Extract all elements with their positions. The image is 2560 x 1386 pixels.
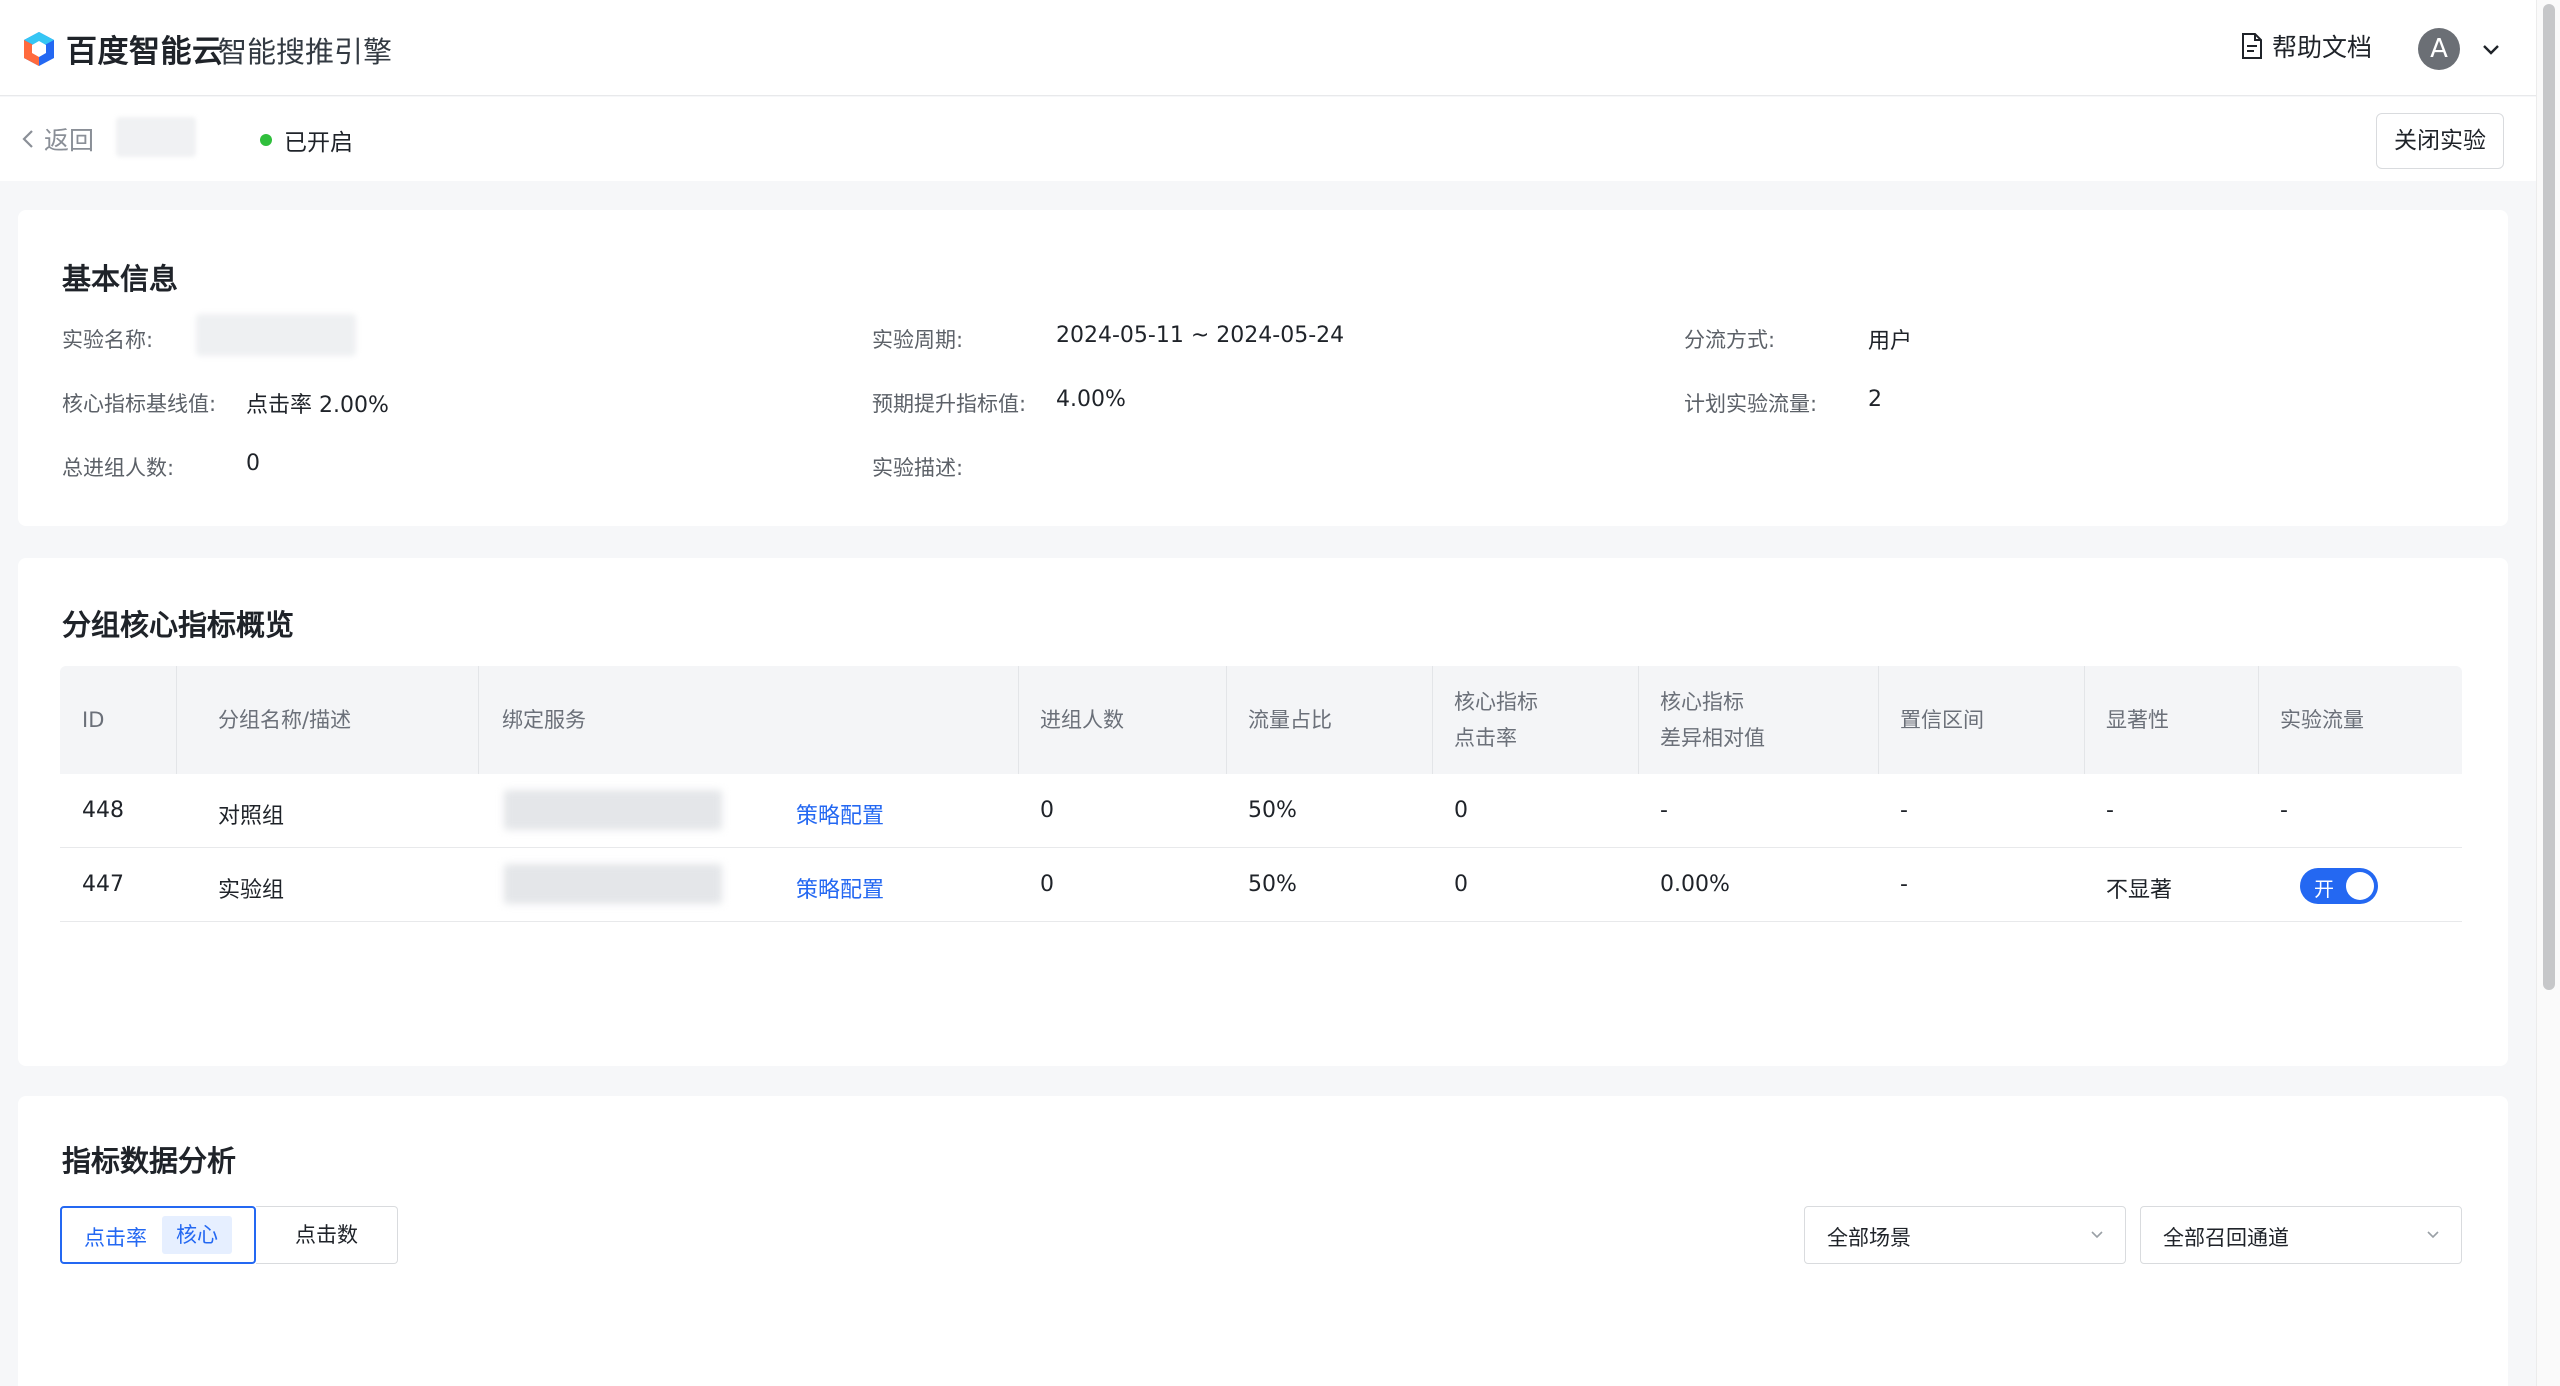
bound-service-redacted bbox=[504, 790, 722, 830]
chevron-down-icon bbox=[2091, 1231, 2103, 1239]
channel-select-value: 全部召回通道 bbox=[2163, 1226, 2289, 1250]
col-core-diff-sub: 差异相对值 bbox=[1660, 726, 1765, 750]
channel-select[interactable]: 全部召回通道 bbox=[2140, 1206, 2462, 1264]
col-id: ID bbox=[82, 708, 105, 732]
tab-click-rate-label: 点击率 bbox=[84, 1226, 147, 1250]
col-users: 进组人数 bbox=[1040, 708, 1124, 732]
product-name: 智能搜推引擎 bbox=[218, 35, 393, 69]
row-ratio: 50% bbox=[1248, 872, 1297, 897]
traffic-toggle[interactable]: 开 bbox=[2300, 868, 2378, 904]
row-significance: - bbox=[2106, 798, 2114, 823]
user-avatar[interactable]: A bbox=[2418, 28, 2460, 70]
baseline-label: 核心指标基线值: bbox=[62, 392, 217, 416]
tab-clicks[interactable]: 点击数 bbox=[256, 1206, 398, 1264]
experiment-name-redacted bbox=[116, 117, 196, 157]
strategy-config-link[interactable]: 策略配置 bbox=[796, 872, 884, 904]
row-ci: - bbox=[1900, 798, 1908, 823]
strategy-config-link[interactable]: 策略配置 bbox=[796, 798, 884, 830]
row-ci: - bbox=[1900, 872, 1908, 897]
experiment-header: 返回 已开启 关闭实验 bbox=[0, 97, 2536, 181]
period-label: 实验周期: bbox=[872, 328, 964, 352]
total-users-value: 0 bbox=[246, 451, 260, 476]
top-navbar: 百度智能云 智能搜推引擎 帮助文档 A bbox=[0, 0, 2536, 96]
chevron-down-icon bbox=[2427, 1231, 2439, 1239]
col-traffic: 实验流量 bbox=[2280, 708, 2364, 732]
traffic-label: 计划实验流量: bbox=[1684, 392, 1818, 416]
col-ratio: 流量占比 bbox=[1248, 708, 1332, 732]
back-label: 返回 bbox=[44, 126, 95, 155]
toggle-label: 开 bbox=[2314, 877, 2334, 901]
group-overview-title: 分组核心指标概览 bbox=[62, 608, 295, 642]
row-diff: - bbox=[1660, 798, 1668, 823]
group-overview-card: 分组核心指标概览 ID 分组名称/描述 绑定服务 进组人数 流量占比 核心指标 … bbox=[18, 558, 2508, 1066]
name-label: 实验名称: bbox=[62, 328, 154, 352]
chevron-left-icon bbox=[22, 130, 33, 148]
scene-select-value: 全部场景 bbox=[1827, 1226, 1911, 1250]
row-group: 实验组 bbox=[218, 878, 285, 903]
expected-label: 预期提升指标值: bbox=[872, 392, 1027, 416]
split-value: 用户 bbox=[1868, 329, 1913, 354]
col-core-diff: 核心指标 bbox=[1660, 690, 1744, 714]
row-users: 0 bbox=[1040, 798, 1054, 823]
brand-name[interactable]: 百度智能云 bbox=[66, 26, 224, 71]
split-label: 分流方式: bbox=[1684, 328, 1776, 352]
tab-click-rate[interactable]: 点击率 核心 bbox=[60, 1206, 256, 1264]
page-scrollbar[interactable] bbox=[2536, 0, 2560, 1386]
close-experiment-button[interactable]: 关闭实验 bbox=[2376, 113, 2504, 169]
baseline-value: 点击率 2.00% bbox=[246, 393, 389, 418]
row-core: 0 bbox=[1454, 798, 1468, 823]
row-core: 0 bbox=[1454, 872, 1468, 897]
total-users-label: 总进组人数: bbox=[62, 456, 175, 480]
table-header: ID 分组名称/描述 绑定服务 进组人数 流量占比 核心指标 点击率 核心指标 … bbox=[60, 666, 2462, 774]
traffic-value: 2 bbox=[1868, 387, 1882, 412]
basic-info-title: 基本信息 bbox=[62, 262, 179, 296]
table-row: 447 实验组 策略配置 0 50% 0 0.00% - 不显著 开 bbox=[60, 848, 2462, 922]
basic-info-card: 基本信息 实验名称: 实验周期: 2024-05-11 ~ 2024-05-24… bbox=[18, 210, 2508, 526]
metric-analysis-card: 指标数据分析 点击率 核心 点击数 全部场景 全部召回通道 bbox=[18, 1096, 2508, 1386]
row-id: 448 bbox=[82, 798, 124, 823]
row-users: 0 bbox=[1040, 872, 1054, 897]
col-core-ctr: 核心指标 bbox=[1454, 690, 1538, 714]
help-docs-label: 帮助文档 bbox=[2272, 33, 2373, 62]
row-significance: 不显著 bbox=[2106, 878, 2173, 903]
back-button[interactable]: 返回 bbox=[20, 121, 94, 157]
row-diff: 0.00% bbox=[1660, 872, 1730, 897]
scene-select[interactable]: 全部场景 bbox=[1804, 1206, 2126, 1264]
core-badge: 核心 bbox=[162, 1216, 232, 1254]
status-label: 已开启 bbox=[284, 130, 353, 156]
chevron-down-icon[interactable] bbox=[2480, 38, 2502, 60]
row-group: 对照组 bbox=[218, 804, 285, 829]
toggle-knob bbox=[2346, 872, 2374, 900]
col-core-ctr-sub: 点击率 bbox=[1454, 726, 1517, 750]
row-traffic: - bbox=[2280, 798, 2288, 823]
help-docs-link[interactable]: 帮助文档 bbox=[2240, 28, 2372, 64]
bound-service-redacted bbox=[504, 864, 722, 904]
col-ci: 置信区间 bbox=[1900, 708, 1984, 732]
experiment-name-value-redacted bbox=[196, 314, 356, 356]
metric-analysis-title: 指标数据分析 bbox=[62, 1144, 237, 1178]
status-badge: 已开启 bbox=[260, 123, 353, 157]
col-service: 绑定服务 bbox=[502, 708, 586, 732]
row-id: 447 bbox=[82, 872, 124, 897]
col-group: 分组名称/描述 bbox=[218, 708, 352, 732]
status-dot-icon bbox=[260, 134, 272, 146]
description-label: 实验描述: bbox=[872, 456, 964, 480]
period-value: 2024-05-11 ~ 2024-05-24 bbox=[1056, 323, 1345, 348]
baidu-cloud-logo-icon bbox=[24, 32, 54, 66]
table-row: 448 对照组 策略配置 0 50% 0 - - - - bbox=[60, 774, 2462, 848]
expected-value: 4.00% bbox=[1056, 387, 1126, 412]
row-ratio: 50% bbox=[1248, 798, 1297, 823]
col-significance: 显著性 bbox=[2106, 708, 2169, 732]
scrollbar-thumb[interactable] bbox=[2543, 4, 2555, 990]
document-icon bbox=[2242, 33, 2262, 59]
